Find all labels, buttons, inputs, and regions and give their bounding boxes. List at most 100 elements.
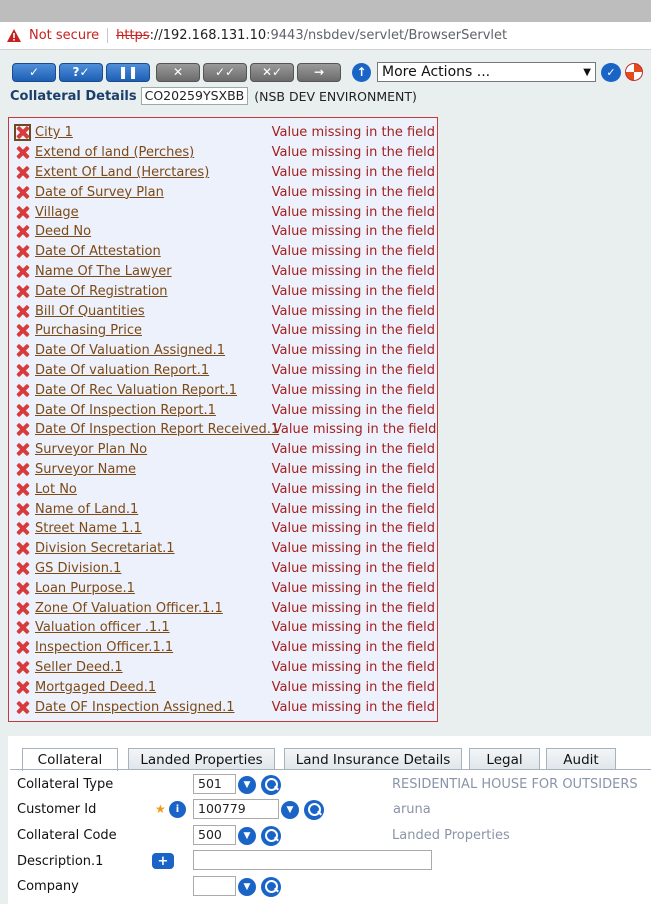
page-title: Collateral Details xyxy=(10,88,137,104)
collateral-type-search-icon[interactable] xyxy=(261,775,281,795)
error-row: Inspection Officer.1.1 Value missing in t… xyxy=(15,638,435,658)
error-row: Date of Survey Plan Value missing in the … xyxy=(15,182,435,202)
validate-button[interactable]: ?✓ xyxy=(59,62,103,82)
action-toolbar: ✓ ?✓ ❚❚ ✕ ✓✓ ✕✓ → ↑ More Actions ... ▼ ✓ xyxy=(12,60,643,84)
company-dropdown-icon[interactable]: ▼ xyxy=(238,878,256,896)
error-message: Value missing in the field xyxy=(271,600,435,616)
error-field-link[interactable]: Purchasing Price xyxy=(35,323,272,338)
error-field-link[interactable]: Valuation officer .1.1 xyxy=(35,620,272,635)
authorise-button[interactable]: ✓✓ xyxy=(203,62,247,82)
url-scheme: https xyxy=(116,28,150,43)
error-message: Value missing in the field xyxy=(271,481,435,497)
hold-button[interactable]: ❚❚ xyxy=(106,62,150,82)
tab-legal[interactable]: Legal xyxy=(469,748,540,770)
go-check-icon[interactable]: ✓ xyxy=(601,62,621,82)
error-field-link[interactable]: Deed No xyxy=(35,224,272,239)
error-row: Date Of Registration Value missing in the… xyxy=(15,281,435,301)
collateral-type-input[interactable]: 501 xyxy=(193,774,236,794)
tab-collateral[interactable]: Collateral xyxy=(22,748,118,771)
error-field-link[interactable]: Date Of Registration xyxy=(35,284,272,299)
error-x-icon xyxy=(15,640,30,655)
error-row: Extend of land (Perches) Value missing in… xyxy=(15,143,435,163)
collateral-code-search-icon[interactable] xyxy=(261,826,281,846)
error-row: Zone Of Valuation Officer.1.1 Value missi… xyxy=(15,598,435,618)
collateral-code-input[interactable]: 500 xyxy=(193,825,236,845)
error-field-link[interactable]: Surveyor Name xyxy=(35,462,272,477)
customer-id-description: aruna xyxy=(393,802,431,817)
error-field-link[interactable]: Date Of Inspection Report.1 xyxy=(35,403,272,418)
error-row: Division Secretariat.1 Value missing in t… xyxy=(15,539,435,559)
error-field-link[interactable]: Date Of Rec Valuation Report.1 xyxy=(35,383,272,398)
error-x-icon xyxy=(15,482,30,497)
error-field-link[interactable]: Seller Deed.1 xyxy=(35,660,272,675)
description-input[interactable] xyxy=(193,850,432,870)
url-host: ://192.168.131.10 xyxy=(149,28,267,43)
error-row: Village Value missing in the field xyxy=(15,202,435,222)
record-id-field[interactable]: CO20259YSXBB xyxy=(140,87,249,105)
more-actions-select[interactable]: More Actions ... ▼ xyxy=(377,62,596,82)
address-bar[interactable]: Not secure https://192.168.131.10:9443/n… xyxy=(0,22,651,50)
customer-id-dropdown-icon[interactable]: ▼ xyxy=(281,801,299,819)
customer-id-search-icon[interactable] xyxy=(304,800,324,820)
tab-land-insurance-details[interactable]: Land Insurance Details xyxy=(284,748,462,770)
error-field-link[interactable]: Village xyxy=(35,205,272,220)
error-field-link[interactable]: Loan Purpose.1 xyxy=(35,581,272,596)
error-field-link[interactable]: Mortgaged Deed.1 xyxy=(35,680,272,695)
collateral-type-dropdown-icon[interactable]: ▼ xyxy=(238,776,256,794)
error-message: Value missing in the field xyxy=(271,362,435,378)
error-field-link[interactable]: City 1 xyxy=(35,125,272,140)
error-field-link[interactable]: Inspection Officer.1.1 xyxy=(35,640,272,655)
error-row: GS Division.1 Value missing in the field xyxy=(15,559,435,579)
error-field-link[interactable]: Name of Land.1 xyxy=(35,502,272,517)
error-field-link[interactable]: Date Of Attestation xyxy=(35,244,272,259)
error-row: Date Of Valuation Assigned.1 Value missin… xyxy=(15,341,435,361)
tab-landed-properties[interactable]: Landed Properties xyxy=(128,748,275,770)
error-message: Value missing in the field xyxy=(271,402,435,418)
error-field-link[interactable]: Date Of Valuation Assigned.1 xyxy=(35,343,272,358)
collateral-code-dropdown-icon[interactable]: ▼ xyxy=(238,827,256,845)
error-field-link[interactable]: Date of Survey Plan xyxy=(35,185,272,200)
error-field-link[interactable]: Extent Of Land (Herctares) xyxy=(35,165,272,180)
company-search-icon[interactable] xyxy=(261,877,281,897)
error-field-link[interactable]: Street Name 1.1 xyxy=(35,521,272,536)
add-description-icon[interactable]: + xyxy=(152,853,174,869)
arrow-up-icon[interactable]: ↑ xyxy=(352,62,371,82)
help-lifebuoy-icon[interactable] xyxy=(625,63,643,81)
error-row: Mortgaged Deed.1 Value missing in the fie… xyxy=(15,677,435,697)
commit-button[interactable]: ✓ xyxy=(12,62,56,82)
info-icon[interactable]: i xyxy=(169,801,186,818)
error-x-icon xyxy=(15,185,30,200)
error-field-link[interactable]: Date Of valuation Report.1 xyxy=(35,363,272,378)
error-x-icon xyxy=(15,541,30,556)
error-message: Value missing in the field xyxy=(271,541,435,557)
error-field-link[interactable]: GS Division.1 xyxy=(35,561,272,576)
error-row: Date Of Attestation Value missing in the … xyxy=(15,242,435,262)
error-x-icon xyxy=(15,363,30,378)
error-field-link[interactable]: Extend of land (Perches) xyxy=(35,145,272,160)
company-input[interactable] xyxy=(193,876,236,896)
next-button[interactable]: → xyxy=(297,62,341,82)
browser-top-strip xyxy=(0,0,651,22)
url-text[interactable]: https://192.168.131.10:9443/nsbdev/servl… xyxy=(116,28,507,43)
error-field-link[interactable]: Bill Of Quantities xyxy=(35,304,272,319)
error-row: Bill Of Quantities Value missing in the f… xyxy=(15,301,435,321)
not-secure-label[interactable]: Not secure xyxy=(29,28,99,43)
error-row: Date Of Inspection Report Received.1 Valu… xyxy=(15,420,436,440)
error-field-link[interactable]: Name Of The Lawyer xyxy=(35,264,272,279)
error-field-link[interactable]: Surveyor Plan No xyxy=(35,442,272,457)
error-field-link[interactable]: Date OF Inspection Assigned.1 xyxy=(35,700,272,715)
error-row: Date Of valuation Report.1 Value missing … xyxy=(15,361,435,381)
error-message: Value missing in the field xyxy=(271,343,435,359)
error-message: Value missing in the field xyxy=(271,125,435,141)
error-field-link[interactable]: Division Secretariat.1 xyxy=(35,541,272,556)
error-message: Value missing in the field xyxy=(271,640,435,656)
customer-id-input[interactable]: 100779 xyxy=(193,799,279,819)
error-field-link[interactable]: Zone Of Valuation Officer.1.1 xyxy=(35,601,272,616)
reverse-button[interactable]: ✕✓ xyxy=(250,62,294,82)
error-field-link[interactable]: Date Of Inspection Report Received.1 xyxy=(35,422,279,437)
record-header: Collateral Details CO20259YSXBB (NSB DEV… xyxy=(10,87,417,105)
delete-button[interactable]: ✕ xyxy=(156,62,200,82)
error-field-link[interactable]: Lot No xyxy=(35,482,272,497)
tab-audit[interactable]: Audit xyxy=(546,748,616,770)
error-message: Value missing in the field xyxy=(271,382,435,398)
